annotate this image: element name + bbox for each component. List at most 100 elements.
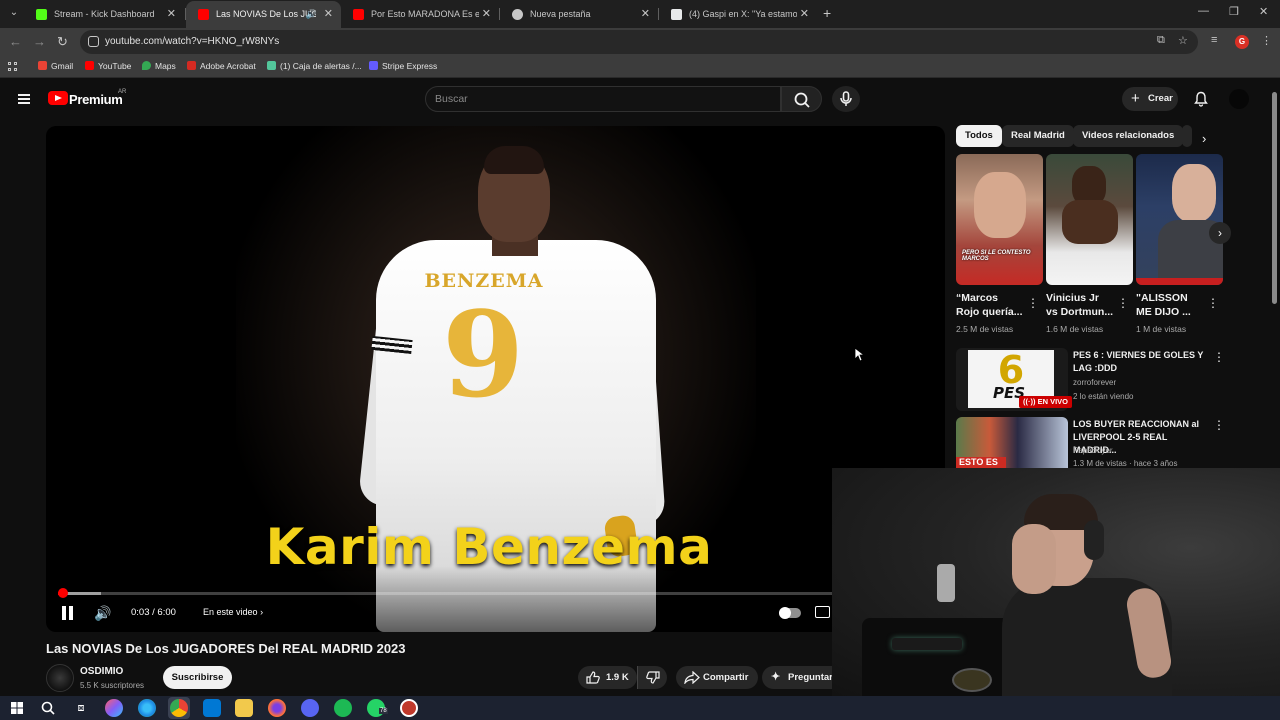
more-options-icon[interactable]: ⋮ [1213, 350, 1225, 364]
notifications-bell-icon[interactable] [1194, 91, 1208, 107]
spotify-icon[interactable] [334, 699, 352, 717]
tab-youtube-video[interactable]: Las NOVIAS De Los JUGADORES 🔊 ✕ [186, 1, 341, 28]
tab-new-tab[interactable]: Nueva pestaña ✕ [500, 1, 658, 28]
tab-kick-dashboard[interactable]: Stream - Kick Dashboard ✕ [24, 1, 184, 28]
audio-playing-icon[interactable]: 🔊 [306, 1, 317, 27]
chip-todos[interactable]: Todos [956, 125, 1002, 147]
firefox-icon[interactable] [268, 699, 286, 717]
more-options-icon[interactable]: ⋮ [1207, 296, 1219, 310]
short-title[interactable]: Vinicius Jr vs Dortmun... [1046, 291, 1118, 319]
bookmark-label: Gmail [51, 61, 74, 71]
back-icon[interactable]: ← [9, 34, 22, 49]
shorts-next-icon[interactable]: › [1209, 222, 1231, 244]
chip-overflow[interactable] [1182, 125, 1192, 147]
bookmark-stripe-express[interactable]: Stripe Express [369, 61, 437, 71]
voice-search-button[interactable] [832, 86, 860, 112]
bookmark-caja-alertas[interactable]: (1) Caja de alertas /... [267, 61, 362, 71]
pause-icon[interactable] [62, 606, 74, 620]
progress-bar[interactable] [58, 592, 832, 595]
short-thumbnail[interactable]: PERO SI LE CONTESTO MARCOS [956, 154, 1043, 285]
stripe-icon [369, 61, 378, 70]
more-options-icon[interactable]: ⋮ [1117, 296, 1129, 310]
bookmark-adobe-acrobat[interactable]: Adobe Acrobat [187, 61, 256, 71]
task-view-icon[interactable]: ⧈ [72, 699, 90, 717]
channel-avatar[interactable] [46, 664, 74, 692]
tab-search-icon[interactable]: ⌄ [6, 5, 22, 21]
thumbnail-torso [1062, 200, 1118, 244]
windows-start-icon[interactable] [8, 699, 26, 717]
forward-icon[interactable]: → [33, 34, 46, 49]
account-avatar[interactable] [1229, 89, 1249, 109]
youtube-premium-logo[interactable]: Premium [69, 92, 123, 107]
autoplay-toggle[interactable] [779, 607, 801, 619]
microsoft-store-icon[interactable] [203, 699, 221, 717]
tab-maradona-video[interactable]: Por Esto MARADONA Es el MÁS ✕ [341, 1, 499, 28]
video-channel[interactable]: zorroforever [1073, 378, 1116, 387]
video-player[interactable]: BENZEMA 9 Karim Benzema 🔊 0:03 / 6:00 En… [46, 126, 945, 632]
share-button[interactable]: Compartir [676, 666, 758, 689]
dislike-button[interactable] [637, 666, 667, 689]
channel-name[interactable]: OSDIMIO [80, 666, 123, 677]
volume-icon[interactable]: 🔊 [94, 605, 111, 622]
discord-icon[interactable] [301, 699, 319, 717]
subtitles-icon[interactable] [815, 606, 830, 618]
address-bar[interactable]: youtube.com/watch?v=HKNO_rW8NYs [80, 30, 1198, 54]
close-tab-icon[interactable]: ✕ [324, 1, 333, 27]
tab-title: Nueva pestaña [530, 9, 591, 19]
chevron-right-icon[interactable]: › [1202, 131, 1206, 146]
chip-videos-relacionados[interactable]: Videos relacionados [1073, 125, 1184, 147]
close-tab-icon[interactable]: ✕ [482, 1, 491, 27]
bookmark-star-icon[interactable]: ☆ [1178, 34, 1188, 47]
edge-icon[interactable] [138, 699, 156, 717]
bookmark-gmail[interactable]: Gmail [38, 61, 73, 71]
more-options-icon[interactable]: ⋮ [1027, 296, 1039, 310]
video-title: Las NOVIAS De Los JUGADORES Del REAL MAD… [46, 641, 406, 656]
youtube-logo-icon[interactable] [48, 91, 68, 105]
copilot-icon[interactable] [105, 699, 123, 717]
chrome-menu-icon[interactable]: ⋮ [1261, 34, 1272, 47]
short-title-line: “Marcos [956, 292, 999, 304]
chrome-icon[interactable] [170, 699, 188, 717]
controls-gradient [46, 566, 945, 632]
minimize-icon[interactable]: — [1198, 5, 1209, 17]
search-input[interactable]: Buscar [425, 86, 781, 112]
obs-icon[interactable] [400, 699, 418, 717]
video-channel[interactable]: PapaBuyer [1073, 446, 1113, 455]
close-tab-icon[interactable]: ✕ [167, 1, 176, 27]
install-app-icon[interactable]: ⧉ [1157, 34, 1165, 47]
more-options-icon[interactable]: ⋮ [1213, 418, 1225, 432]
subscribe-button[interactable]: Suscribirse [163, 666, 232, 689]
apps-grid-icon[interactable] [8, 62, 18, 72]
ask-button[interactable]: ✦ Preguntar [762, 666, 833, 689]
close-window-icon[interactable]: ✕ [1259, 5, 1268, 18]
progress-scrubber-handle[interactable] [58, 588, 68, 598]
chapter-button[interactable]: En este video › [203, 607, 263, 617]
video-title-line: LAG :DDD [1073, 363, 1117, 373]
chrome-profile-avatar[interactable]: G [1235, 35, 1249, 49]
taskbar-search-icon[interactable] [39, 699, 57, 717]
create-button[interactable]: + Crear [1122, 87, 1178, 111]
bookmark-youtube[interactable]: YouTube [85, 61, 131, 71]
file-explorer-icon[interactable] [235, 699, 253, 717]
bookmark-maps[interactable]: Maps [142, 61, 176, 71]
page-scrollbar[interactable] [1272, 92, 1277, 304]
tab-x-post[interactable]: (4) Gaspi en X: "Ya estamos en ✕ [659, 1, 817, 28]
tab-title: (4) Gaspi en X: "Ya estamos en [689, 9, 797, 19]
short-title[interactable]: “Marcos Rojo quería... [956, 291, 1028, 319]
search-button[interactable] [781, 86, 822, 112]
chip-real-madrid[interactable]: Real Madrid [1002, 125, 1074, 147]
restore-icon[interactable]: ❐ [1229, 5, 1239, 18]
youtube-icon [85, 61, 94, 70]
site-info-icon[interactable] [88, 36, 99, 47]
close-tab-icon[interactable]: ✕ [800, 1, 809, 27]
close-tab-icon[interactable]: ✕ [641, 1, 650, 27]
short-thumbnail[interactable] [1046, 154, 1133, 285]
short-title[interactable]: "ALISSON ME DIJO ... [1136, 291, 1208, 319]
like-button[interactable]: 1.9 K [578, 666, 637, 689]
new-tab-icon[interactable]: + [823, 5, 831, 21]
media-controls-icon[interactable]: ≡ [1211, 34, 1217, 46]
menu-icon[interactable] [18, 94, 30, 104]
short-thumbnail[interactable] [1136, 154, 1223, 285]
reload-icon[interactable]: ↻ [57, 34, 68, 50]
video-title-link[interactable]: PES 6 : VIERNES DE GOLES Y LAG :DDD [1073, 349, 1213, 375]
